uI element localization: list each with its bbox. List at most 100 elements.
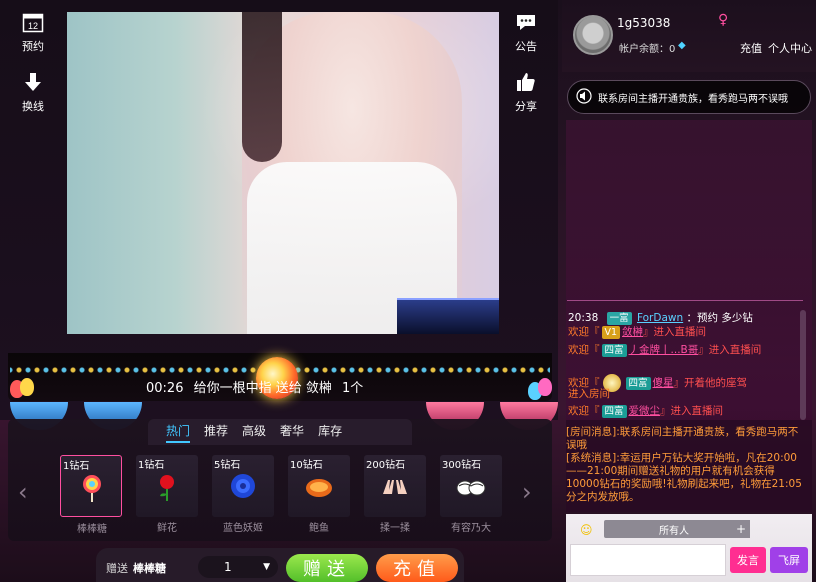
announcement-bar: 联系房间主播开通贵族，看秀跑马两不误哦 bbox=[567, 80, 811, 114]
right-toolbar: 公告 分享 bbox=[505, 10, 547, 130]
lollipop-icon bbox=[76, 472, 108, 504]
gift-tabs: 热门 推荐 高级 奢华 库存 bbox=[166, 422, 342, 443]
tab-advanced[interactable]: 高级 bbox=[242, 422, 266, 443]
gift-card-lingerie[interactable]: 300钻石 有容乃大 bbox=[440, 455, 502, 534]
rank-badge: 一富 bbox=[606, 312, 632, 325]
chat-divider bbox=[567, 300, 803, 301]
gift-price: 300钻石 bbox=[442, 460, 482, 471]
share-label: 分享 bbox=[515, 100, 537, 113]
diamond-icon: ◆ bbox=[678, 40, 686, 51]
username: 1g53038 bbox=[617, 16, 671, 30]
chat-time: 20:38 bbox=[568, 312, 599, 324]
share-button[interactable]: 分享 bbox=[505, 70, 547, 114]
gift-name: 有容乃大 bbox=[451, 523, 491, 534]
gift-name: 棒棒糖 bbox=[77, 524, 107, 535]
tab-hot[interactable]: 热门 bbox=[166, 422, 191, 443]
gift-price: 1钻石 bbox=[138, 460, 165, 471]
thumbs-up-icon bbox=[514, 70, 538, 94]
chat-text: ：预约 多少钻 bbox=[686, 312, 753, 324]
left-toolbar: 12 预约 换线 bbox=[8, 10, 58, 130]
chat-scrollbar[interactable] bbox=[800, 310, 806, 420]
chat-user[interactable]: 傻星 bbox=[653, 377, 674, 389]
gift-grid: 1钻石 棒棒糖 1钻石 鲜花 5钻石 蓝色妖姬 10钻石 鲍鱼 200钻石 揉一… bbox=[60, 455, 502, 535]
female-icon: ♀ bbox=[718, 12, 729, 28]
gift-price: 10钻石 bbox=[290, 460, 323, 471]
rank-badge: 四富 bbox=[601, 344, 627, 357]
blue-rose-icon bbox=[227, 471, 259, 503]
recharge-button[interactable]: 充值 bbox=[376, 554, 458, 582]
notice-button[interactable]: 公告 bbox=[505, 10, 547, 54]
room-message: [房间消息]:联系房间主播开通贵族，看秀跑马两不误哦 bbox=[566, 426, 799, 451]
gift-card-rose[interactable]: 1钻石 鲜花 bbox=[136, 455, 198, 534]
gift-card-lollipop[interactable]: 1钻石 棒棒糖 bbox=[60, 455, 122, 535]
tab-inventory[interactable]: 库存 bbox=[318, 422, 342, 443]
announcement-text: 联系房间主播开通贵族，看秀跑马两不误哦 bbox=[598, 93, 788, 105]
speak-button[interactable]: 发言 bbox=[730, 547, 766, 573]
recharge-link[interactable]: 充值 bbox=[740, 40, 762, 56]
ticker-text: 给你一根中指 送给 敛榊 bbox=[193, 381, 332, 396]
hands-icon bbox=[379, 471, 411, 503]
send-label: 赠送 bbox=[106, 562, 128, 575]
lingerie-icon bbox=[455, 471, 487, 503]
chat-user[interactable]: 爱微尘 bbox=[629, 405, 661, 417]
vip-badge: V1 bbox=[601, 326, 621, 339]
gift-card-hands[interactable]: 200钻石 揉一揉 bbox=[364, 455, 426, 534]
welcome-suffix: 』进入直播间 bbox=[698, 344, 762, 356]
chat-message: 欢迎『 四富 丿金牌丨...B哥』进入直播间 bbox=[568, 344, 761, 357]
user-center-link[interactable]: 个人中心 bbox=[768, 40, 812, 56]
selected-gift[interactable]: 棒棒糖 bbox=[133, 560, 166, 576]
gift-name: 揉一揉 bbox=[380, 523, 410, 534]
switch-line-label: 换线 bbox=[22, 100, 44, 113]
chat-user[interactable]: 丿金牌丨...B哥 bbox=[629, 344, 699, 356]
chat-message-line2: 进入房间 bbox=[568, 388, 610, 400]
gift-price: 1钻石 bbox=[63, 461, 90, 472]
gift-ticker: 00:26 给你一根中指 送给 敛榊 1个 bbox=[146, 377, 369, 396]
balance: 帐户余额：0 bbox=[619, 44, 676, 55]
ticker-count: 1个 bbox=[342, 381, 364, 396]
emoji-icon[interactable]: ☺ bbox=[580, 523, 593, 537]
gift-name: 鲜花 bbox=[157, 523, 177, 534]
live-video[interactable] bbox=[67, 12, 499, 334]
chat-user[interactable]: 敛榊 bbox=[622, 326, 643, 338]
rank-badge: 四富 bbox=[625, 377, 651, 390]
video-keyboard bbox=[397, 298, 499, 334]
down-arrow-icon bbox=[21, 70, 45, 94]
video-hair bbox=[242, 12, 282, 162]
avatar[interactable] bbox=[573, 15, 613, 55]
tab-recommended[interactable]: 推荐 bbox=[204, 422, 228, 443]
gift-price: 200钻石 bbox=[366, 460, 406, 471]
rose-icon bbox=[151, 471, 183, 503]
system-message: [系统消息]:幸运用户万钻大奖开始啦，凡在20:00——21:00期间赠送礼物的… bbox=[566, 452, 802, 503]
abalone-icon bbox=[303, 471, 335, 503]
chevron-down-icon: ▼ bbox=[263, 562, 270, 572]
chat-user[interactable]: ForDawn bbox=[637, 312, 683, 324]
gift-card-blue-rose[interactable]: 5钻石 蓝色妖姬 bbox=[212, 455, 274, 534]
balloon-icon bbox=[20, 378, 34, 396]
gift-card-abalone[interactable]: 10钻石 鲍鱼 bbox=[288, 455, 350, 534]
recipient-select[interactable]: 所有人 bbox=[604, 520, 744, 538]
plus-icon[interactable]: + bbox=[732, 520, 750, 538]
welcome-suffix: 』开着他的座驾 bbox=[673, 377, 748, 389]
reserve-label: 预约 bbox=[22, 40, 44, 53]
gift-next-arrow[interactable]: › bbox=[522, 478, 532, 506]
send-gift-button[interactable]: 赠送 bbox=[286, 554, 368, 582]
welcome-suffix: 』进入直播间 bbox=[643, 326, 707, 338]
ticker-time: 00:26 bbox=[146, 381, 184, 396]
right-column: 1g53038 ♀ 帐户余额：0 ◆ 充值 个人中心 联系房间主播开通贵族，看秀… bbox=[562, 0, 816, 582]
welcome-prefix: 欢迎『 bbox=[568, 326, 600, 338]
chat-bubble-icon bbox=[514, 10, 538, 34]
bullet-screen-button[interactable]: 飞屏 bbox=[770, 547, 808, 573]
chat-message: 欢迎『 四富 爱微尘』进入直播间 bbox=[568, 405, 723, 418]
chat-input[interactable] bbox=[570, 544, 726, 576]
chat-message: 20:38 一富 ForDawn ：预约 多少钻 bbox=[568, 312, 753, 325]
welcome-prefix: 欢迎『 bbox=[568, 344, 600, 356]
gift-name: 鲍鱼 bbox=[309, 523, 329, 534]
reserve-button[interactable]: 12 预约 bbox=[8, 10, 58, 54]
welcome-suffix: 』进入直播间 bbox=[660, 405, 724, 417]
notice-label: 公告 bbox=[515, 40, 537, 53]
gift-name: 蓝色妖姬 bbox=[223, 523, 263, 534]
quantity-select[interactable]: 1 ▼ bbox=[198, 556, 278, 578]
switch-line-button[interactable]: 换线 bbox=[8, 70, 58, 114]
gift-prev-arrow[interactable]: ‹ bbox=[18, 478, 28, 506]
tab-luxury[interactable]: 奢华 bbox=[280, 422, 304, 443]
